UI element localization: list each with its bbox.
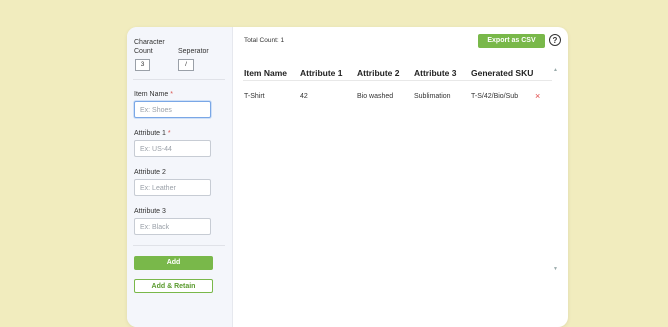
divider	[133, 79, 225, 80]
header-divider	[243, 80, 552, 81]
attribute-1-input[interactable]: Ex: US-44	[134, 140, 211, 157]
add-button[interactable]: Add	[134, 256, 213, 270]
cell-attribute-2: Bio washed	[357, 93, 394, 100]
cell-generated-sku: T-S/42/Bio/Sub	[471, 93, 519, 100]
separator-input[interactable]: /	[178, 59, 194, 71]
sku-generator-card: Character Count Seperator 3 / Item Name …	[127, 27, 568, 327]
sidebar-form: Character Count Seperator 3 / Item Name …	[127, 27, 233, 327]
attribute-3-input[interactable]: Ex: Black	[134, 218, 211, 235]
cell-attribute-1: 42	[300, 93, 308, 100]
column-header-item-name: Item Name	[244, 68, 287, 78]
attribute-2-label: Attribute 2	[134, 169, 166, 176]
item-name-label: Item Name *	[134, 91, 173, 98]
attribute-1-label: Attribute 1 *	[134, 130, 171, 137]
results-panel: Total Count: 1 Export as CSV ? Item Name…	[233, 27, 568, 327]
help-icon[interactable]: ?	[549, 34, 561, 46]
char-count-input[interactable]: 3	[135, 59, 150, 71]
scroll-down-icon[interactable]: ▼	[553, 266, 558, 272]
separator-label: Seperator	[178, 48, 209, 55]
column-header-attribute-3: Attribute 3	[414, 68, 457, 78]
cell-attribute-3: Sublimation	[414, 93, 451, 100]
item-name-input[interactable]: Ex: Shoes	[134, 101, 211, 118]
cell-item-name: T-Shirt	[244, 93, 265, 100]
total-count: Total Count: 1	[244, 37, 285, 44]
attribute-2-input[interactable]: Ex: Leather	[134, 179, 211, 196]
table-scrollbar[interactable]: ▲ ▼	[553, 67, 558, 277]
scroll-up-icon[interactable]: ▲	[553, 67, 558, 73]
divider	[133, 245, 225, 246]
delete-row-icon[interactable]: ×	[535, 91, 540, 101]
column-header-attribute-2: Attribute 2	[357, 68, 400, 78]
attribute-3-label: Attribute 3	[134, 208, 166, 215]
column-header-attribute-1: Attribute 1	[300, 68, 343, 78]
add-retain-button[interactable]: Add & Retain	[134, 279, 213, 293]
char-count-label: Character Count	[134, 39, 165, 55]
export-csv-button[interactable]: Export as CSV	[478, 34, 545, 48]
column-header-generated-sku: Generated SKU	[471, 68, 534, 78]
